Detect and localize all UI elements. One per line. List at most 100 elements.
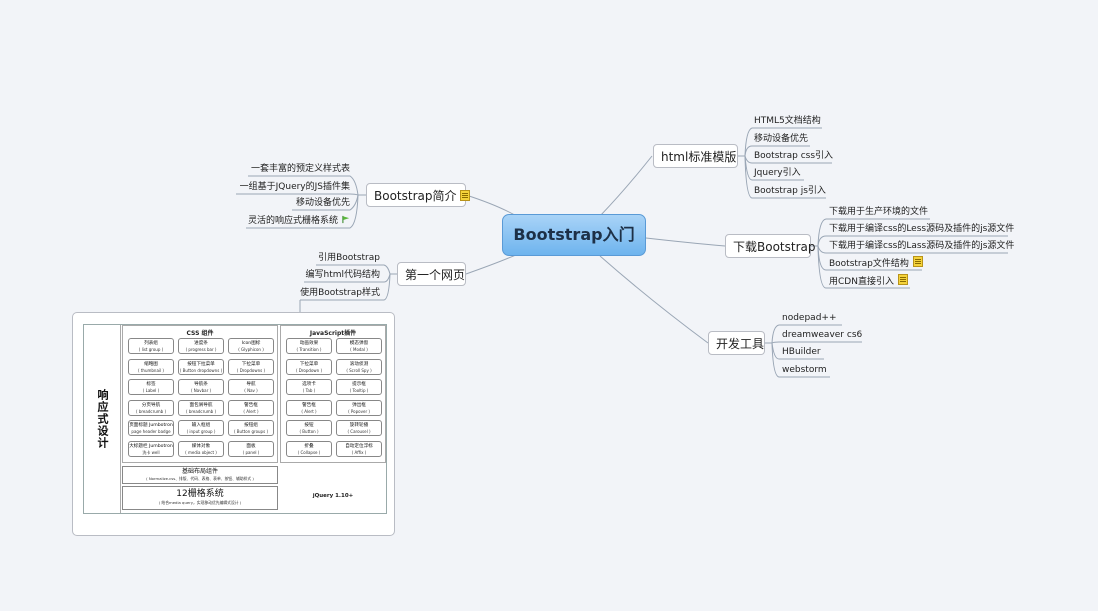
branch-download-bootstrap[interactable]: 下载Bootstrap: [725, 234, 815, 258]
cell-subtitle: ( Nav ): [244, 388, 258, 393]
js-plugin-cell: 按钮( Button ): [286, 420, 332, 436]
css-component-cell: Icon图标( Glyphicon ): [228, 338, 274, 354]
branch-html-template[interactable]: html标准模版: [653, 144, 738, 168]
css-component-cell: 面包屑导航( breadcrumb ): [178, 399, 224, 416]
css-component-cell: 进度条( progress bar ): [178, 338, 224, 354]
leaf-first-page-1[interactable]: 编写html代码结构: [290, 268, 380, 282]
css-component-cell: 警告框( Alert ): [228, 399, 274, 416]
cell-subtitle: ( panel ): [242, 449, 260, 455]
leaf-template-2[interactable]: Bootstrap css引入: [754, 149, 833, 163]
leaf-label: Bootstrap文件结构: [829, 259, 909, 269]
js-plugin-cell: 旋转轮播( Carousel ): [336, 420, 382, 436]
connector-first-page: [465, 253, 519, 275]
leaf-template-1[interactable]: 移动设备优先: [754, 132, 808, 146]
js-plugins-title: JavaScript插件: [309, 330, 357, 337]
css-component-cell: 输入框组( input group ): [178, 420, 224, 436]
leaf-intro-3[interactable]: 灵活的响应式栅格系统: [248, 214, 352, 228]
cell-subtitle: ( breadcrumb ): [185, 408, 217, 414]
leaf-tools-2[interactable]: HBuilder: [782, 345, 821, 359]
figure-side-title: 响应式设计: [84, 325, 121, 513]
leaf-download-4[interactable]: 用CDN直接引入: [829, 274, 908, 288]
leaf-download-0[interactable]: 下载用于生产环境的文件: [829, 205, 928, 219]
js-plugin-cell: 动画效果( Transition ): [286, 338, 332, 354]
cell-subtitle: ( Affix ): [351, 449, 367, 455]
bootstrap-architecture-figure: 响应式设计 CSS 组件 列表组( list group ) 进度条( progr…: [83, 324, 387, 514]
leaf-template-0[interactable]: HTML5文档结构: [754, 114, 821, 128]
cell-subtitle: page header badge: [131, 429, 171, 434]
css-components-panel: CSS 组件 列表组( list group ) 进度条( progress ba…: [122, 325, 278, 463]
jquery-version-label: jQuery 1.10+: [312, 493, 354, 499]
cell-subtitle: ( Glyphicon ): [238, 347, 264, 352]
branch-bootstrap-intro[interactable]: Bootstrap简介: [366, 183, 471, 207]
js-plugin-cell: 滚动侦测( Scroll Spy ): [336, 358, 382, 375]
cell-subtitle: ( Alert ): [301, 408, 317, 414]
cell-subtitle: ( Popover ): [348, 408, 370, 414]
js-plugin-cell: 下拉菜单( Dropdown ): [286, 358, 332, 375]
cell-subtitle: ( media object ): [185, 449, 217, 455]
css-components-title: CSS 组件: [186, 330, 214, 337]
base-layout-title: 基础布局组件: [181, 468, 218, 475]
connector-template: [599, 155, 653, 217]
leaf-download-2[interactable]: 下载用于编译css的Lass源码及插件的js源文件: [829, 239, 1014, 253]
css-component-cell: 面板( panel ): [228, 440, 274, 457]
leaf-intro-0[interactable]: 一套丰富的预定义样式表: [250, 162, 350, 176]
css-component-cell: 按钮组( Button groups ): [228, 420, 274, 436]
grid-system-subtitle: ( 结合media query，实现移动优先编辑式设计 ): [158, 500, 242, 505]
cell-subtitle: ( progress bar ): [185, 347, 217, 352]
branch-label: Bootstrap简介: [374, 189, 457, 203]
cell-subtitle: ( Button ): [299, 429, 319, 434]
cell-subtitle: ( Transition ): [296, 347, 322, 352]
grid-system-bar: 12栅格系统 ( 结合media query，实现移动优先编辑式设计 ): [122, 486, 278, 510]
css-component-cell: 下拉菜单( Dropdowns ): [228, 358, 274, 375]
css-component-cell: 媒体对象( media object ): [178, 440, 224, 457]
cell-subtitle: ( Button groups ): [233, 429, 269, 434]
connector-tools: [599, 255, 709, 344]
base-layout-bar: 基础布局组件 ( Normalize.css、排版、代码、表格、表单、按钮、辅助…: [122, 466, 278, 484]
leaf-template-3[interactable]: Jquery引入: [754, 166, 801, 180]
branch-first-page[interactable]: 第一个网页: [397, 262, 466, 286]
branch-dev-tools[interactable]: 开发工具: [708, 331, 765, 355]
leaf-intro-2[interactable]: 移动设备优先: [280, 196, 350, 210]
leaf-intro-1[interactable]: 一组基于JQuery的JS插件集: [236, 180, 350, 194]
leaf-label: 用CDN直接引入: [829, 277, 894, 287]
grid-system-title: 12栅格系统: [176, 489, 224, 499]
leaf-tools-0[interactable]: nodepad++: [782, 311, 836, 325]
leaf-first-page-2[interactable]: 使用Bootstrap样式: [290, 286, 380, 300]
leaf-template-4[interactable]: Bootstrap js引入: [754, 184, 826, 198]
connector-intro-item-1: [236, 193, 359, 196]
js-plugin-cell: 弹出框( Popover ): [336, 399, 382, 416]
cell-subtitle: ( Collapse ): [297, 449, 321, 455]
js-plugin-cell: 模态弹窗( Modal ): [336, 338, 382, 354]
leaf-tools-1[interactable]: dreamweaver cs6: [782, 328, 862, 342]
cell-subtitle: ( Scroll Spy ): [346, 367, 372, 373]
css-component-cell: 页面标题 Jumbotron page header badge: [128, 420, 174, 436]
base-layout-subtitle: ( Normalize.css、排版、代码、表格、表单、按钮、辅助样式 ): [146, 476, 254, 481]
cell-subtitle: ( Tab ): [302, 388, 316, 393]
flag-icon[interactable]: [342, 215, 351, 224]
leaf-first-page-0[interactable]: 引用Bootstrap: [300, 251, 380, 265]
css-component-cell: 按钮下拉菜单( Button dropdowns ): [178, 358, 224, 375]
cell-subtitle: ( Button dropdowns ): [179, 367, 223, 373]
cell-subtitle: ( thumbnail ): [138, 367, 164, 373]
leaf-label: 灵活的响应式栅格系统: [248, 216, 339, 226]
js-plugin-cell: 警告框( Alert ): [286, 399, 332, 416]
cell-subtitle: ( Tooltip ): [349, 388, 369, 393]
note-icon[interactable]: [460, 190, 471, 201]
cell-subtitle: ( Dropdowns ): [236, 367, 266, 373]
css-component-cell: 大标题栏 Jumbotron 洗卡 well: [128, 440, 174, 457]
cell-subtitle: ( breadcrumb ): [135, 408, 167, 414]
js-plugin-cell: 自动定位浮标( Affix ): [336, 440, 382, 457]
note-icon[interactable]: [897, 274, 908, 285]
embedded-image-card[interactable]: 响应式设计 CSS 组件 列表组( list group ) 进度条( progr…: [72, 312, 395, 536]
cell-subtitle: ( Alert ): [243, 408, 259, 414]
cell-subtitle: ( Dropdown ): [295, 367, 323, 373]
leaf-tools-3[interactable]: webstorm: [782, 363, 827, 377]
js-plugin-cell: 提示框( Tooltip ): [336, 379, 382, 395]
cell-subtitle: ( Carousel ): [347, 429, 371, 434]
js-plugins-panel: JavaScript插件 动画效果( Transition ) 模态弹窗( Mod…: [280, 325, 386, 463]
leaf-download-3[interactable]: Bootstrap文件结构: [829, 256, 923, 270]
leaf-download-1[interactable]: 下载用于编译css的Less源码及插件的js源文件: [829, 222, 1014, 236]
note-icon[interactable]: [912, 256, 923, 267]
cell-subtitle: ( list group ): [138, 347, 164, 352]
root-topic[interactable]: Bootstrap入门: [502, 214, 646, 256]
